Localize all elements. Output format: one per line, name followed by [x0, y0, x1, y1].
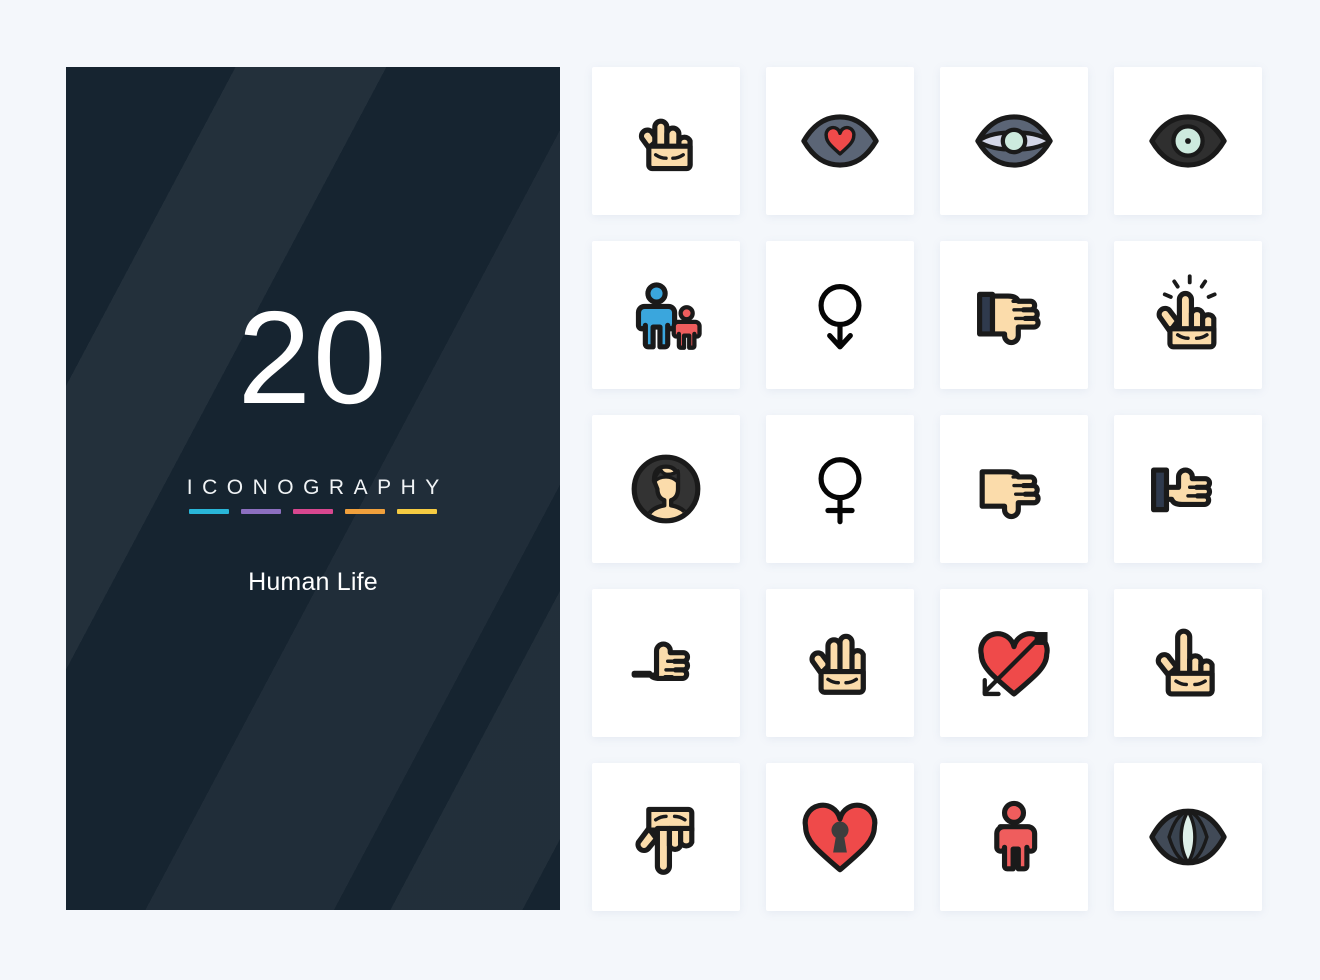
icon-cell[interactable] [1114, 415, 1262, 563]
icon-cell[interactable] [940, 67, 1088, 215]
hand-point-down-icon [635, 806, 695, 875]
icon-cell[interactable] [1114, 241, 1262, 389]
bar-orange [345, 509, 385, 514]
icon-grid [592, 67, 1262, 911]
hand-point-right-thumbup-cuff-icon [1151, 467, 1213, 513]
icon-cell[interactable] [766, 241, 914, 389]
hand-point-up-icon [1155, 628, 1215, 697]
brand-title: ICONOGRAPHY [186, 476, 449, 499]
bar-cyan [189, 509, 229, 514]
avatar-user-icon [631, 454, 701, 524]
icon-cell[interactable] [592, 415, 740, 563]
person-body-icon [994, 800, 1038, 872]
open-palm-hand-icon [809, 633, 866, 695]
accent-bars [177, 509, 449, 514]
icon-cell[interactable] [1114, 67, 1262, 215]
icon-cell[interactable] [766, 589, 914, 737]
icon-cell[interactable] [766, 763, 914, 911]
bar-yellow [397, 509, 437, 514]
hand-point-right-cuff-down-icon [977, 291, 1041, 346]
cat-eye-icon [1149, 808, 1227, 866]
brand-block: ICONOGRAPHY [177, 476, 449, 514]
icon-cell[interactable] [592, 67, 740, 215]
gender-down-arrow-icon [818, 284, 862, 350]
heart-arrow-icon [978, 631, 1050, 697]
parent-child-icon [635, 282, 702, 350]
eye-open-wide-icon [975, 114, 1053, 168]
icon-cell[interactable] [592, 589, 740, 737]
bar-pink [293, 509, 333, 514]
icon-cell[interactable] [766, 67, 914, 215]
icon-set-poster: 20 ICONOGRAPHY Human Life [0, 0, 1320, 980]
icon-cell[interactable] [766, 415, 914, 563]
eye-pupil-icon [1149, 114, 1227, 168]
icon-cell[interactable] [1114, 589, 1262, 737]
icon-cell[interactable] [940, 763, 1088, 911]
icon-count: 20 [237, 284, 389, 431]
heart-keyhole-icon [802, 802, 878, 873]
icon-cell[interactable] [940, 241, 1088, 389]
icon-cell[interactable] [940, 589, 1088, 737]
female-gender-icon [818, 457, 862, 525]
bar-purple [241, 509, 281, 514]
hand-point-right-thumbdown-icon [979, 469, 1041, 520]
icon-cell[interactable] [592, 241, 740, 389]
eye-heart-icon [801, 114, 879, 168]
cover-panel: 20 ICONOGRAPHY Human Life [66, 67, 560, 910]
cover-subtitle: Human Life [248, 568, 378, 596]
icon-cell[interactable] [592, 763, 740, 911]
icon-cell[interactable] [940, 415, 1088, 563]
hand-tap-click-icon [1156, 274, 1217, 350]
two-finger-hand-icon [638, 118, 693, 172]
icon-cell[interactable] [1114, 763, 1262, 911]
hand-point-right-thumbup-icon [631, 641, 691, 682]
